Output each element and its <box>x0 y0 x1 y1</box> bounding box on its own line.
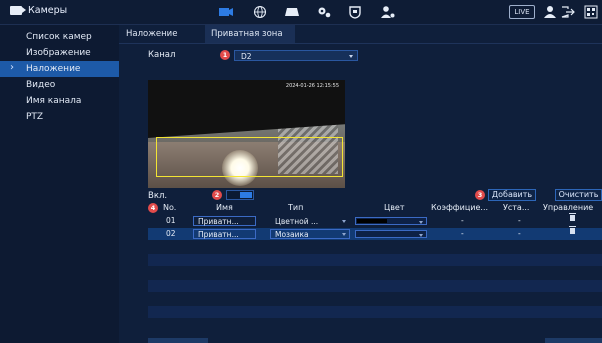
col-coef: Коэффицие... <box>431 203 489 212</box>
video-preview[interactable]: 2024-01-26 12:15:55 <box>148 80 345 188</box>
sidebar-item-channel-name[interactable]: Имя канала <box>0 93 119 109</box>
col-no: No. <box>163 203 177 212</box>
shield-icon[interactable] <box>347 5 363 19</box>
apply-button[interactable] <box>545 338 602 343</box>
row-coef: - <box>461 216 464 225</box>
qr-icon[interactable] <box>584 5 598 19</box>
channel-select-value: D2 <box>241 52 252 61</box>
delete-icon[interactable] <box>569 226 576 234</box>
user-icon[interactable] <box>542 5 558 19</box>
row-type-select[interactable]: Мозаика <box>270 229 350 239</box>
sidebar-item-image[interactable]: Изображение <box>0 45 119 61</box>
tab-overlay[interactable]: Наложение <box>126 25 198 43</box>
col-color: Цвет <box>384 203 405 212</box>
table-row[interactable]: 01 Приватн... Цветной ... - - <box>148 213 602 227</box>
logout-icon[interactable] <box>560 5 576 19</box>
preview-timestamp: 2024-01-26 12:15:55 <box>285 83 339 89</box>
chevron-down-icon <box>342 220 346 223</box>
row-no: 01 <box>166 216 176 225</box>
row-no: 02 <box>166 229 176 238</box>
cameras-title-label: Камеры <box>28 5 68 16</box>
row-type-value: Цветной ... <box>275 217 319 226</box>
sidebar-item-overlay[interactable]: Наложение <box>0 60 119 77</box>
col-type: Тип <box>288 203 304 212</box>
add-button[interactable]: Добавить <box>488 189 536 201</box>
row-set: - <box>518 216 521 225</box>
privacy-zone-rectangle[interactable] <box>156 137 343 177</box>
color-swatch <box>357 232 387 236</box>
table-row[interactable]: 02 Приватн... Мозаика - - <box>148 226 602 240</box>
settings-icon[interactable] <box>316 5 332 19</box>
channel-label: Канал <box>148 50 176 60</box>
camera-icon <box>10 6 26 15</box>
col-name: Имя <box>216 203 233 212</box>
row-set: - <box>518 229 521 238</box>
col-manage: Управление <box>543 203 594 212</box>
row-color-select[interactable] <box>355 230 427 238</box>
default-button[interactable] <box>148 338 208 343</box>
marker-2: 2 <box>212 190 222 200</box>
empty-row <box>148 254 602 266</box>
live-button[interactable]: LIVE <box>509 5 535 19</box>
row-type-value: Мозаика <box>275 230 309 239</box>
chevron-down-icon <box>419 221 423 224</box>
channel-select[interactable]: D2 <box>234 50 358 61</box>
sidebar-item-ptz[interactable]: PTZ <box>0 109 119 125</box>
row-name-input[interactable]: Приватн... <box>193 229 256 239</box>
row-type-select[interactable]: Цветной ... <box>270 216 350 226</box>
empty-row <box>148 306 602 318</box>
marker-1: 1 <box>220 50 230 60</box>
tab-privacy-zone[interactable]: Приватная зона <box>205 25 295 43</box>
table-header: No. Имя Тип Цвет Коэффицие... Уста... Уп… <box>148 203 602 215</box>
enable-toggle[interactable] <box>226 190 254 200</box>
col-set: Уста... <box>503 203 530 212</box>
row-coef: - <box>461 229 464 238</box>
toggle-knob <box>240 192 252 198</box>
row-name-input[interactable]: Приватн... <box>193 216 256 226</box>
camera-icon[interactable] <box>218 5 234 19</box>
color-swatch <box>357 219 387 223</box>
empty-row <box>148 280 602 292</box>
cameras-title[interactable]: Камеры <box>10 5 67 16</box>
chevron-down-icon <box>419 234 423 237</box>
sidebar: Список камер Изображение Наложение Видео… <box>0 25 119 343</box>
chevron-down-icon <box>349 55 353 58</box>
sidebar-item-camera-list[interactable]: Список камер <box>0 29 119 45</box>
chevron-down-icon <box>342 233 346 236</box>
clear-button[interactable]: Очистить <box>555 189 602 201</box>
delete-icon[interactable] <box>569 213 576 221</box>
globe-icon[interactable] <box>252 5 268 19</box>
row-color-select[interactable] <box>355 217 427 225</box>
tab-bar: Наложение Приватная зона <box>119 25 602 44</box>
sidebar-item-video[interactable]: Видео <box>0 77 119 93</box>
enable-label: Вкл. <box>148 191 168 201</box>
top-bar: Камеры LIVE <box>0 0 602 25</box>
account-icon[interactable] <box>380 5 396 19</box>
marker-3: 3 <box>475 190 485 200</box>
storage-icon[interactable] <box>284 5 300 19</box>
